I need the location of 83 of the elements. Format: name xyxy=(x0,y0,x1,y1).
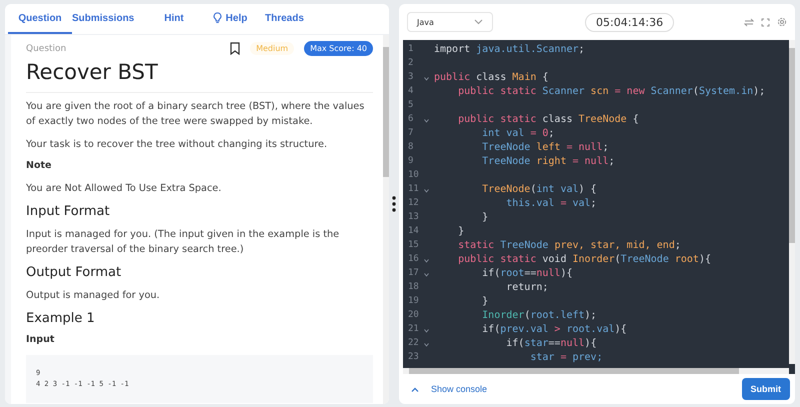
code-line: TreeNode left = null; xyxy=(481,142,609,152)
line-number: 13 xyxy=(407,212,420,222)
paragraph: You are Not Allowed To Use Extra Space. xyxy=(26,182,222,196)
code-line: } xyxy=(481,212,488,222)
code-line: public static Scanner scn = new Scanner(System.in); xyxy=(457,86,766,96)
line-number: 3 xyxy=(407,72,414,82)
line-number: 11 xyxy=(407,184,420,194)
line-number: 8 xyxy=(407,142,414,152)
tab[interactable]: Help xyxy=(199,4,261,34)
fullscreen-icon[interactable] xyxy=(761,18,770,26)
line-number: 12 xyxy=(407,198,420,208)
code-line: int val = 0; xyxy=(481,128,554,138)
code-line: public static void Inorder(TreeNode root){ xyxy=(457,254,711,264)
fold-caret-icon[interactable] xyxy=(424,77,429,81)
swap-icon[interactable] xyxy=(744,18,754,26)
code-line: import java.util.Scanner; xyxy=(434,44,585,54)
fold-caret-icon[interactable] xyxy=(424,329,429,333)
code-line: return; xyxy=(505,282,548,292)
chevron-down-icon xyxy=(474,19,483,25)
paragraph: Input is managed for you. (The input given in the example is the preorder traversal of the binary search tree.) xyxy=(26,228,340,257)
line-number: 6 xyxy=(407,114,414,124)
line-number: 16 xyxy=(407,254,420,264)
line-number: 7 xyxy=(407,128,414,138)
bookmark-icon[interactable] xyxy=(230,42,240,55)
drag-handle-icon[interactable] xyxy=(392,196,396,212)
code-line: this.val = val; xyxy=(505,198,597,208)
fold-caret-icon[interactable] xyxy=(424,119,429,123)
chevron-up-icon xyxy=(411,386,419,392)
section-heading: Output Format xyxy=(26,265,122,280)
subheading: Input xyxy=(26,334,56,345)
line-number: 10 xyxy=(407,170,420,180)
scrollbar[interactable] xyxy=(383,35,389,404)
code-line: public class Main { xyxy=(434,72,548,82)
line-number: 9 xyxy=(407,156,414,166)
line-number: 23 xyxy=(407,352,420,362)
difficulty-badge: Medium xyxy=(250,42,294,55)
line-number: 5 xyxy=(407,100,414,110)
horizontal-scrollbar[interactable] xyxy=(403,368,789,374)
tab[interactable]: Hint xyxy=(149,4,199,34)
code-line: public static class TreeNode { xyxy=(457,114,639,124)
line-number: 1 xyxy=(407,44,414,54)
code-line: star = prev; xyxy=(529,352,603,362)
line-number: 14 xyxy=(407,226,420,236)
settings-icon[interactable] xyxy=(777,17,787,27)
code-line: if(prev.val > root.val){ xyxy=(481,324,627,334)
line-number: 19 xyxy=(407,296,420,306)
language-dropdown[interactable]: Java xyxy=(407,12,493,32)
timer: 05:04:14:36 xyxy=(585,12,674,32)
code-line: TreeNode right = null; xyxy=(481,156,615,166)
show-console-button[interactable]: Show console xyxy=(411,384,488,394)
section-heading: Input Format xyxy=(26,204,111,219)
fold-caret-icon[interactable] xyxy=(424,189,429,193)
code-line: static TreeNode prev, star, mid, end; xyxy=(457,240,681,250)
code-line: if(root==null){ xyxy=(481,268,573,278)
paragraph: Your task is to recover the tree without changing its structure. xyxy=(26,138,328,152)
line-number: 2 xyxy=(407,58,414,68)
paragraph: Output is managed for you. xyxy=(26,289,161,303)
section-heading: Example 1 xyxy=(26,311,96,326)
code-line: if(star==null){ xyxy=(505,338,597,348)
line-number: 18 xyxy=(407,282,420,292)
line-number: 20 xyxy=(407,310,420,320)
submit-button[interactable]: Submit xyxy=(742,378,790,400)
code-line: } xyxy=(457,226,464,236)
line-number: 4 xyxy=(407,86,414,96)
code-line: TreeNode(int val) { xyxy=(481,184,597,194)
paragraph: You are given the root of a binary search tree (BST), where the values of exactly two nodes of the tree were swapped by mistake. xyxy=(26,100,366,129)
fold-caret-icon[interactable] xyxy=(424,273,429,277)
max-score-badge: Max Score: 40 xyxy=(304,41,373,56)
code-editor[interactable] xyxy=(403,40,795,374)
code-line: Inorder(root.left); xyxy=(481,310,597,320)
section-label: Question xyxy=(26,44,68,54)
fold-caret-icon[interactable] xyxy=(424,259,429,263)
subheading: Note xyxy=(26,160,52,171)
line-number: 17 xyxy=(407,268,420,278)
tab[interactable]: Threads xyxy=(261,4,304,34)
line-number: 21 xyxy=(407,324,420,334)
line-number: 22 xyxy=(407,338,420,348)
scrollbar[interactable] xyxy=(789,40,795,364)
question-title: Recover BST xyxy=(26,60,373,93)
fold-caret-icon[interactable] xyxy=(424,343,429,347)
line-number: 15 xyxy=(407,240,420,250)
tab[interactable]: Submissions xyxy=(72,4,149,34)
code-line: } xyxy=(481,296,488,306)
